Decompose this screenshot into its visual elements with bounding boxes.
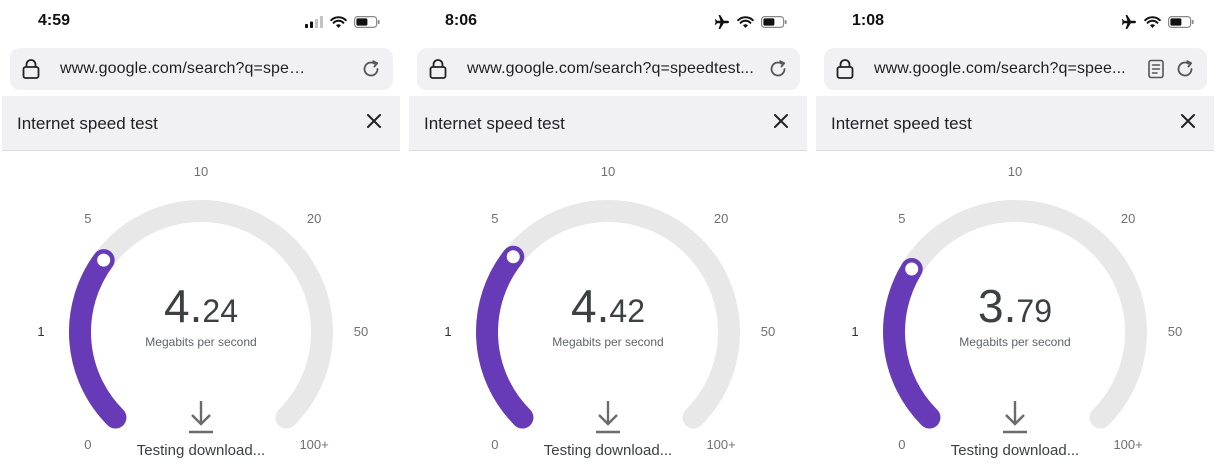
lock-icon	[836, 59, 854, 79]
status-bar: 4:59	[2, 0, 400, 44]
close-icon[interactable]	[1180, 113, 1196, 129]
address-bar[interactable]: www.google.com/search?q=spee...	[824, 48, 1207, 90]
gauge-knob	[504, 248, 522, 266]
download-arrow-icon	[1003, 401, 1027, 434]
gauge-tick-label: 20	[714, 211, 728, 226]
airplane-icon	[1121, 15, 1136, 29]
status-time: 4:59	[38, 12, 71, 29]
speed-decimal-point: .	[596, 280, 610, 332]
battery-icon	[354, 16, 380, 28]
test-status: Testing download...	[950, 442, 1080, 459]
speed-test-header: Internet speed test	[816, 96, 1214, 151]
speed-readout: 3.79	[816, 283, 1214, 329]
speed-decimal: 42	[609, 293, 645, 329]
gauge-tick-label: 20	[1121, 211, 1135, 226]
header-title: Internet speed test	[17, 114, 158, 133]
gauge-tick-label: 20	[307, 211, 321, 226]
speed-unit: Megabits per second	[959, 335, 1071, 349]
url-text[interactable]: www.google.com/search?q=spee...	[874, 60, 1139, 78]
speed-integer: 4	[164, 280, 190, 332]
status-time: 8:06	[445, 12, 478, 29]
cellular-signal-icon	[305, 16, 323, 28]
speed-decimal-point: .	[189, 280, 203, 332]
test-status: Testing download...	[136, 442, 266, 459]
gauge-tick-label: 5	[898, 211, 905, 226]
speed-gauge: 0 1 5 10 20 50 100+ 3.79 Megabits per second T…	[816, 160, 1214, 476]
lock-icon	[429, 59, 447, 79]
screenshot-collage: 4:59 www.google.com/search?q=speed Inter…	[0, 0, 1216, 476]
url-text[interactable]: www.google.com/search?q=speed%2...	[60, 60, 310, 78]
speed-decimal: 24	[202, 293, 238, 329]
download-arrow-icon	[596, 401, 620, 434]
gauge-tick-label: 5	[491, 211, 498, 226]
lock-icon	[22, 59, 40, 79]
header-title: Internet speed test	[831, 114, 972, 133]
download-arrow-icon	[189, 401, 213, 434]
reader-mode-icon[interactable]	[1147, 59, 1165, 79]
close-icon[interactable]	[366, 113, 382, 129]
phone-screen-2: 8:06 www.google.com/search?q=speedtest..…	[409, 0, 807, 476]
gauge-tick-label: 5	[84, 211, 91, 226]
phone-screen-1: 4:59 www.google.com/search?q=speed Inter…	[2, 0, 400, 476]
speed-test-header: Internet speed test	[409, 96, 807, 151]
speed-integer: 3	[978, 280, 1004, 332]
url-text[interactable]: www.google.com/search?q=speedtest...	[467, 60, 767, 78]
gauge-knob	[903, 260, 921, 278]
speed-gauge: 0 1 5 10 20 50 100+ 4.24 Megabits per second T…	[2, 160, 400, 476]
speed-readout: 4.24	[2, 283, 400, 329]
status-time: 1:08	[852, 12, 885, 29]
reload-icon[interactable]	[361, 59, 381, 79]
status-icons	[714, 13, 787, 31]
gauge-knob	[95, 251, 113, 269]
phone-screen-3: 1:08 www.google.com/search?q=spee... Int…	[816, 0, 1214, 476]
speed-readout: 4.42	[409, 283, 807, 329]
gauge-tick-label: 10	[601, 164, 615, 179]
address-bar[interactable]: www.google.com/search?q=speedtest...	[417, 48, 800, 90]
status-icons	[1121, 13, 1194, 31]
speed-unit: Megabits per second	[552, 335, 664, 349]
status-bar: 8:06	[409, 0, 807, 44]
reload-icon[interactable]	[768, 59, 788, 79]
gauge-tick-label: 10	[1008, 164, 1022, 179]
address-bar[interactable]: www.google.com/search?q=speed%2...	[10, 48, 393, 90]
speed-decimal-point: .	[1003, 280, 1017, 332]
battery-icon	[761, 16, 787, 28]
reload-icon[interactable]	[1175, 59, 1195, 79]
speed-gauge: 0 1 5 10 20 50 100+ 4.42 Megabits per second T…	[409, 160, 807, 476]
status-icons	[305, 13, 380, 31]
wifi-icon	[330, 16, 347, 28]
speed-integer: 4	[571, 280, 597, 332]
test-status: Testing download...	[543, 442, 673, 459]
wifi-icon	[737, 16, 754, 28]
gauge-tick-label: 10	[194, 164, 208, 179]
airplane-icon	[714, 15, 729, 29]
speed-decimal: 79	[1016, 293, 1052, 329]
speed-unit: Megabits per second	[145, 335, 257, 349]
close-icon[interactable]	[773, 113, 789, 129]
speed-test-header: Internet speed test	[2, 96, 400, 151]
battery-icon	[1168, 16, 1194, 28]
header-title: Internet speed test	[424, 114, 565, 133]
wifi-icon	[1144, 16, 1161, 28]
status-bar: 1:08	[816, 0, 1214, 44]
